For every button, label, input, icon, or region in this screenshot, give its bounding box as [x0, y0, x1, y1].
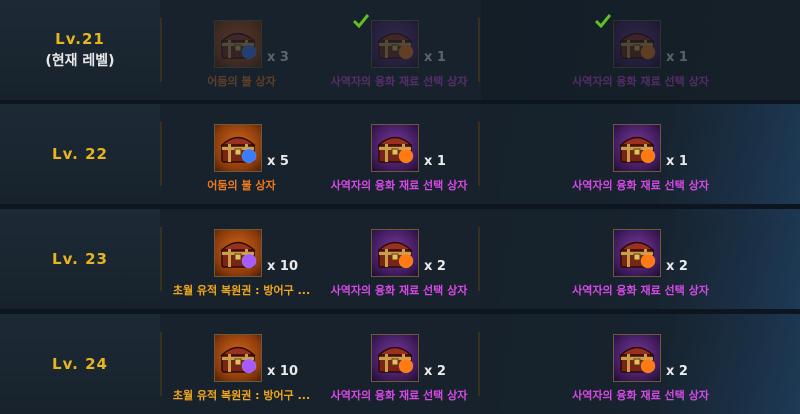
reward-name: 초월 유적 복원권 : 방어구 ...	[172, 389, 311, 402]
reward-cell: x 5 어둠의 불 상자	[163, 104, 320, 204]
level-reward-table: Lv.21 (현재 레벨) x 3 어둠의 불 상자 x 1 사역자의 융화 재료 선택 …	[0, 0, 800, 414]
reward-name: 어둠의 불 상자	[207, 75, 276, 88]
level-label: Lv.21	[55, 30, 105, 48]
reward-item[interactable]: x 10 초월 유적 복원권 : 방어구 ...	[163, 209, 320, 309]
level-cell: Lv. 23	[0, 209, 160, 309]
column-divider	[160, 18, 162, 82]
reward-name: 사역자의 융화 재료 선택 상자	[330, 75, 468, 88]
reward-quantity: x 1	[666, 154, 688, 169]
reward-name: 사역자의 융화 재료 선택 상자	[330, 389, 468, 402]
level-row: Lv. 24 x 10 초월 유적 복원권 : 방어구 ... x 2 사역자의 융화 …	[0, 314, 800, 414]
chest-fusion-icon[interactable]	[371, 20, 419, 68]
level-cell: Lv. 22	[0, 104, 160, 204]
reward-name: 사역자의 융화 재료 선택 상자	[572, 389, 709, 402]
chest-fusion-icon[interactable]	[371, 334, 419, 382]
chest-fusion-icon[interactable]	[613, 124, 661, 172]
reward-quantity: x 2	[424, 259, 446, 274]
column-divider	[160, 332, 162, 396]
reward-item[interactable]: x 10 초월 유적 복원권 : 방어구 ...	[163, 314, 320, 414]
reward-cell: x 2 사역자의 융화 재료 선택 상자	[481, 314, 800, 414]
reward-quantity: x 10	[267, 259, 299, 274]
reward-name: 사역자의 융화 재료 선택 상자	[330, 284, 468, 297]
reward-quantity: x 2	[424, 364, 446, 379]
reward-cell: x 1 사역자의 융화 재료 선택 상자	[481, 104, 800, 204]
reward-name: 사역자의 융화 재료 선택 상자	[572, 284, 709, 297]
column-divider	[160, 122, 162, 186]
level-row: Lv. 23 x 10 초월 유적 복원권 : 방어구 ... x 2 사역자의 융화 …	[0, 209, 800, 309]
reward-name: 초월 유적 복원권 : 방어구 ...	[172, 284, 311, 297]
reward-item[interactable]: x 2 사역자의 융화 재료 선택 상자	[320, 209, 478, 309]
level-label: Lv. 24	[52, 355, 108, 373]
chest-fusion-icon[interactable]	[613, 229, 661, 277]
reward-quantity: x 2	[666, 364, 688, 379]
reward-cell: x 2 사역자의 융화 재료 선택 상자	[320, 314, 478, 414]
reward-quantity: x 1	[424, 50, 446, 65]
level-cell: Lv. 24	[0, 314, 160, 414]
claimed-check-icon	[594, 13, 612, 29]
chest-fusion-icon[interactable]	[613, 20, 661, 68]
reward-cell: x 2 사역자의 융화 재료 선택 상자	[481, 209, 800, 309]
reward-name: 어둠의 불 상자	[207, 179, 276, 192]
reward-item[interactable]: x 2 사역자의 융화 재료 선택 상자	[481, 209, 800, 309]
chest-relic-icon[interactable]	[214, 229, 262, 277]
reward-quantity: x 10	[267, 364, 299, 379]
column-divider	[160, 227, 162, 291]
level-cell: Lv.21 (현재 레벨)	[0, 0, 160, 100]
level-label: Lv. 23	[52, 250, 108, 268]
reward-item[interactable]: x 1 사역자의 융화 재료 선택 상자	[481, 104, 800, 204]
reward-quantity: x 5	[267, 154, 289, 169]
chest-fusion-icon[interactable]	[371, 229, 419, 277]
level-label: Lv. 22	[52, 145, 108, 163]
column-divider	[478, 332, 480, 396]
reward-item[interactable]: x 2 사역자의 융화 재료 선택 상자	[481, 314, 800, 414]
reward-name: 사역자의 융화 재료 선택 상자	[572, 179, 709, 192]
reward-item[interactable]: x 1 사역자의 융화 재료 선택 상자	[481, 0, 800, 100]
chest-fusion-icon[interactable]	[371, 124, 419, 172]
reward-quantity: x 1	[424, 154, 446, 169]
reward-quantity: x 3	[267, 50, 289, 65]
reward-cell: x 1 사역자의 융화 재료 선택 상자	[320, 104, 478, 204]
reward-cell: x 1 사역자의 융화 재료 선택 상자	[481, 0, 800, 100]
reward-name: 사역자의 융화 재료 선택 상자	[572, 75, 709, 88]
reward-item[interactable]: x 5 어둠의 불 상자	[163, 104, 320, 204]
reward-item[interactable]: x 3 어둠의 불 상자	[163, 0, 320, 100]
chest-fusion-icon[interactable]	[613, 334, 661, 382]
reward-cell: x 10 초월 유적 복원권 : 방어구 ...	[163, 314, 320, 414]
reward-cell: x 1 사역자의 융화 재료 선택 상자	[320, 0, 478, 100]
level-row: Lv. 22 x 5 어둠의 불 상자 x 1 사역자의 융화 재료 선택 상자 x 1 사…	[0, 104, 800, 204]
column-divider	[478, 122, 480, 186]
claimed-check-icon	[352, 13, 370, 29]
column-divider	[478, 18, 480, 82]
reward-quantity: x 1	[666, 50, 688, 65]
reward-cell: x 10 초월 유적 복원권 : 방어구 ...	[163, 209, 320, 309]
reward-item[interactable]: x 1 사역자의 융화 재료 선택 상자	[320, 0, 478, 100]
reward-quantity: x 2	[666, 259, 688, 274]
reward-cell: x 3 어둠의 불 상자	[163, 0, 320, 100]
reward-cell: x 2 사역자의 융화 재료 선택 상자	[320, 209, 478, 309]
current-level-label: (현재 레벨)	[45, 53, 115, 69]
column-divider	[478, 227, 480, 291]
level-row: Lv.21 (현재 레벨) x 3 어둠의 불 상자 x 1 사역자의 융화 재료 선택 …	[0, 0, 800, 100]
reward-name: 사역자의 융화 재료 선택 상자	[330, 179, 468, 192]
chest-fire-icon[interactable]	[214, 124, 262, 172]
chest-fire-icon[interactable]	[214, 20, 262, 68]
chest-relic-icon[interactable]	[214, 334, 262, 382]
reward-item[interactable]: x 1 사역자의 융화 재료 선택 상자	[320, 104, 478, 204]
reward-item[interactable]: x 2 사역자의 융화 재료 선택 상자	[320, 314, 478, 414]
